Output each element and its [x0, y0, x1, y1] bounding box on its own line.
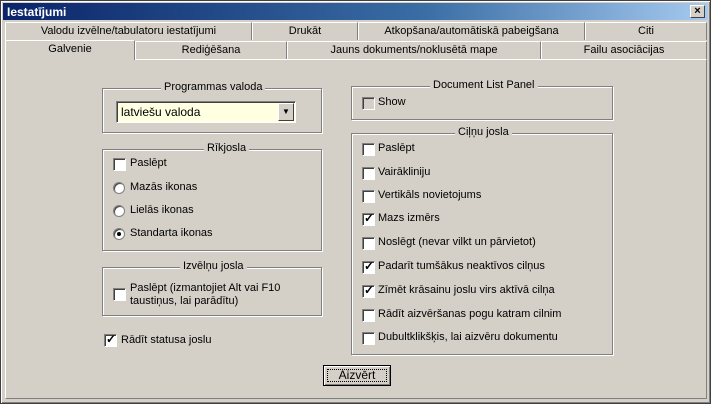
- tab-label: Galvenie: [48, 43, 92, 55]
- tab-label: Drukāt: [288, 25, 322, 37]
- tab-label: Atkopšana/automātiskā pabeigšana: [384, 25, 559, 37]
- tabbar-hide-checkbox[interactable]: [362, 143, 375, 156]
- tabbar-option-label: Zīmēt krāsainu joslu virs aktīvā cilņa: [378, 284, 555, 296]
- radio-selected-dot: [117, 232, 121, 236]
- title-bar[interactable]: Iestatījumi ×: [3, 3, 708, 20]
- radio-large-icons[interactable]: [113, 205, 125, 217]
- tabbar-small-size-checkbox[interactable]: ✓: [362, 211, 375, 226]
- check-icon: ✓: [364, 259, 375, 273]
- tab-recovery[interactable]: Atkopšana/automātiskā pabeigšana: [358, 22, 585, 40]
- radio-standard-icons-label: Standarta ikonas: [130, 227, 213, 239]
- toolbar-hide-label: Paslēpt: [130, 157, 167, 169]
- tab-label: Citi: [638, 25, 654, 37]
- tab-label: Jauns dokuments/noklusētā mape: [330, 44, 498, 56]
- menubar-hide-checkbox[interactable]: [113, 288, 126, 301]
- tab-print[interactable]: Drukāt: [252, 22, 358, 40]
- language-select[interactable]: latviešu valoda ▼: [116, 101, 296, 123]
- radio-standard-icons[interactable]: [113, 228, 125, 240]
- tab-file-associations[interactable]: Failu asociācijas: [541, 41, 707, 59]
- tab-other[interactable]: Citi: [585, 22, 707, 40]
- doc-list-show-label: Show: [378, 96, 406, 108]
- tabbar-color-bar-checkbox[interactable]: ✓: [362, 283, 375, 298]
- group-legend: Programmas valoda: [161, 81, 266, 93]
- tabbar-option-label: Dubultklikšķis, lai aizvēru dokumentu: [378, 331, 558, 343]
- group-legend: Izvēlņu josla: [180, 260, 247, 272]
- window-title: Iestatījumi: [7, 5, 67, 19]
- tab-new-document[interactable]: Jauns dokuments/noklusētā mape: [287, 41, 541, 59]
- close-icon[interactable]: ×: [690, 5, 705, 18]
- tabbar-option-label: Mazs izmērs: [378, 212, 440, 224]
- toolbar-hide-checkbox[interactable]: [113, 158, 126, 171]
- check-icon: ✓: [364, 283, 375, 297]
- statusbar-checkbox[interactable]: ✓: [104, 332, 117, 347]
- group-legend: Rīkjosla: [204, 142, 250, 154]
- tabbar-option-label: Noslēgt (nevar vilkt un pārvietot): [378, 236, 536, 248]
- radio-large-icons-label: Lielās ikonas: [130, 204, 194, 216]
- tabbar-multiline-checkbox[interactable]: [362, 167, 375, 180]
- radio-small-icons[interactable]: [113, 182, 125, 194]
- tabbar-option-label: Rādīt aizvēršanas pogu katram cilnim: [378, 308, 562, 320]
- menubar-hide-label-line1: Paslēpt (izmantojiet Alt vai F10: [130, 282, 281, 294]
- group-legend: Document List Panel: [430, 79, 538, 91]
- tabbar-option-label: Vairākliniju: [378, 166, 431, 178]
- tabbar-vertical-checkbox[interactable]: [362, 190, 375, 203]
- language-select-value: latviešu valoda: [121, 105, 201, 119]
- tab-editing[interactable]: Rediģēšana: [135, 41, 287, 59]
- tabbar-option-label: Padarīt tumšākus neaktīvos cilņus: [378, 260, 545, 272]
- group-legend: Ciļņu josla: [455, 126, 512, 138]
- doc-list-show-checkbox[interactable]: [362, 97, 375, 110]
- check-icon: ✓: [106, 332, 117, 346]
- tabbar-darken-inactive-checkbox[interactable]: ✓: [362, 259, 375, 274]
- tab-label: Rediģēšana: [181, 44, 241, 56]
- tabbar-option-label: Paslēpt: [378, 142, 415, 154]
- tabbar-close-button-checkbox[interactable]: [362, 309, 375, 322]
- chevron-down-icon[interactable]: ▼: [278, 103, 294, 121]
- close-button-label: Aizvērt: [327, 369, 387, 382]
- check-icon: ✓: [364, 211, 375, 225]
- tab-general[interactable]: Galvenie: [5, 40, 135, 60]
- tabbar-double-click-checkbox[interactable]: [362, 332, 375, 345]
- settings-dialog: Iestatījumi × Valodu izvēlne/tabulatoru …: [0, 0, 711, 404]
- radio-small-icons-label: Mazās ikonas: [130, 181, 198, 193]
- tab-label: Failu asociācijas: [583, 44, 665, 56]
- tabbar-option-label: Vertikāls novietojums: [378, 189, 482, 201]
- menubar-hide-label-line2: taustiņus, lai parādītu): [130, 295, 239, 307]
- statusbar-label: Rādīt statusa joslu: [121, 334, 212, 346]
- tab-label: Valodu izvēlne/tabulatoru iestatījumi: [40, 25, 217, 37]
- tabbar-lock-checkbox[interactable]: [362, 237, 375, 250]
- close-button[interactable]: Aizvērt: [323, 365, 391, 386]
- tab-language-menu[interactable]: Valodu izvēlne/tabulatoru iestatījumi: [5, 22, 252, 40]
